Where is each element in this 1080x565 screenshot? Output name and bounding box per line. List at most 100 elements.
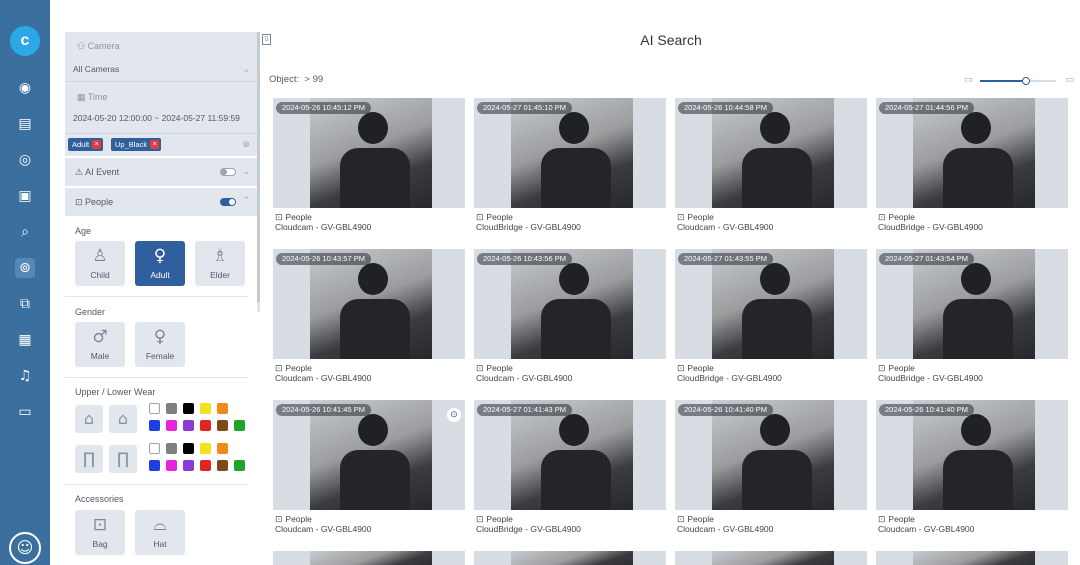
chevron-up-icon[interactable]: ⌃ xyxy=(242,195,250,206)
result-card[interactable]: 2024-05-26 10:43:56 PM ⊡ People Cloudcam -… xyxy=(474,249,666,389)
result-card[interactable]: 2024-05-27 01:44:56 PM ⊡ People CloudBridg… xyxy=(876,98,1068,238)
chevron-down-icon[interactable]: ⌄ xyxy=(242,166,250,177)
color-swatch[interactable] xyxy=(149,460,160,471)
color-swatch[interactable] xyxy=(166,420,177,431)
ai-event-row[interactable]: ⚠ AI Event ⌄ xyxy=(65,158,258,186)
thumbnail[interactable] xyxy=(675,551,867,565)
thumbnail-size-slider[interactable]: ▭ ▭ xyxy=(964,75,1074,85)
tag-adult[interactable]: Adult × xyxy=(68,138,104,151)
color-swatch[interactable] xyxy=(183,420,194,431)
scrollbar-thumb[interactable] xyxy=(257,32,260,302)
monitor-icon[interactable]: ▣ xyxy=(15,186,35,206)
user-avatar-icon[interactable]: ☺ xyxy=(9,532,41,564)
result-card[interactable]: 2024-05-26 10:45:12 PM ⊡ People Cloudcam -… xyxy=(273,98,465,238)
result-card[interactable] xyxy=(876,551,1068,565)
ai-search-icon[interactable]: ⊚ xyxy=(15,258,35,278)
thumbnail[interactable] xyxy=(474,551,666,565)
thumbnail[interactable]: 2024-05-26 10:41:40 PM xyxy=(675,400,867,510)
lower-wear-pants-icon[interactable]: ∏ xyxy=(109,445,137,473)
color-swatch[interactable] xyxy=(217,460,228,471)
result-card[interactable]: 2024-05-26 10:41:40 PM ⊡ People Cloudcam -… xyxy=(876,400,1068,540)
slider-track[interactable] xyxy=(980,77,1056,85)
color-swatch[interactable] xyxy=(183,460,194,471)
gender-female-option[interactable]: ♀ Female xyxy=(135,322,185,367)
playback-icon[interactable]: ◉ xyxy=(15,78,35,98)
result-card[interactable] xyxy=(273,551,465,565)
slider-knob[interactable] xyxy=(1021,77,1030,85)
tag-up-black[interactable]: Up_Black × xyxy=(111,138,162,151)
result-card[interactable]: 2024-05-27 01:43:55 PM ⊡ People CloudBridg… xyxy=(675,249,867,389)
thumbnail[interactable]: 2024-05-26 10:44:58 PM xyxy=(675,98,867,208)
color-swatch[interactable] xyxy=(166,443,177,454)
eye-icon[interactable]: ◎ xyxy=(15,150,35,170)
color-swatch[interactable] xyxy=(217,403,228,414)
thumbnail[interactable]: 2024-05-27 01:45:10 PM xyxy=(474,98,666,208)
export-icon[interactable]: ⧉ xyxy=(15,294,35,314)
color-swatch[interactable] xyxy=(234,460,245,471)
list-icon[interactable]: ▤ xyxy=(15,114,35,134)
result-card[interactable]: 2024-05-27 01:45:10 PM ⊡ People CloudBridg… xyxy=(474,98,666,238)
accessory-bag-option[interactable]: ⊡ Bag xyxy=(75,510,125,555)
result-card[interactable]: 2024-05-27 01:41:43 PM ⊡ People CloudBridg… xyxy=(474,400,666,540)
result-card[interactable]: 2024-05-26 10:41:45 PM ⊙ ⊡ People Cloudcam … xyxy=(273,400,465,540)
zoom-small-icon: ▭ xyxy=(964,75,973,85)
thumbnail[interactable]: 2024-05-27 01:44:56 PM xyxy=(876,98,1068,208)
color-swatch[interactable] xyxy=(149,403,160,414)
result-card[interactable]: 2024-05-27 01:43:54 PM ⊡ People CloudBridg… xyxy=(876,249,1068,389)
thumbnail[interactable] xyxy=(876,551,1068,565)
app-logo[interactable]: c xyxy=(10,26,40,56)
color-swatch[interactable] xyxy=(217,443,228,454)
color-swatch[interactable] xyxy=(183,443,194,454)
similar-search-icon[interactable]: ⊙ xyxy=(447,408,461,422)
age-elder-option[interactable]: ♗ Elder xyxy=(195,241,245,286)
lower-wear-shorts-icon[interactable]: ∏ xyxy=(75,445,103,473)
thumbnail[interactable]: 2024-05-26 10:43:57 PM xyxy=(273,249,465,359)
color-swatch[interactable] xyxy=(200,403,211,414)
color-swatch[interactable] xyxy=(149,420,160,431)
color-swatch[interactable] xyxy=(166,460,177,471)
clear-tags-icon[interactable]: ⊗ xyxy=(242,139,250,150)
thumbnail[interactable]: 2024-05-27 01:43:55 PM xyxy=(675,249,867,359)
filter-scrollbar[interactable] xyxy=(257,32,260,312)
search-icon[interactable]: ⌕ xyxy=(15,222,35,242)
nav-sidebar: c ◉ ▤ ◎ ▣ ⌕ ⊚ ⧉ ▦ ♫ ▭ ☺ xyxy=(0,0,50,565)
thumbnail[interactable]: 2024-05-26 10:41:40 PM xyxy=(876,400,1068,510)
thumbnail[interactable]: 2024-05-26 10:43:56 PM xyxy=(474,249,666,359)
color-swatch[interactable] xyxy=(149,443,160,454)
folder-icon[interactable]: ▭ xyxy=(15,402,35,422)
color-swatch[interactable] xyxy=(200,443,211,454)
close-icon[interactable]: × xyxy=(92,140,102,149)
archive-icon[interactable]: ▦ xyxy=(15,330,35,350)
upper-wear-jacket-icon[interactable]: ⌂ xyxy=(109,405,137,433)
color-swatch[interactable] xyxy=(166,403,177,414)
people-row[interactable]: ⊡ People ⌃ xyxy=(65,188,258,216)
color-swatch[interactable] xyxy=(217,420,228,431)
bell-icon[interactable]: ♫ xyxy=(15,366,35,386)
result-card[interactable] xyxy=(474,551,666,565)
thumbnail[interactable]: 2024-05-26 10:41:45 PM ⊙ xyxy=(273,400,465,510)
color-swatch[interactable] xyxy=(234,420,245,431)
color-swatch[interactable] xyxy=(183,403,194,414)
color-swatch[interactable] xyxy=(200,420,211,431)
color-swatch[interactable] xyxy=(200,460,211,471)
ai-event-toggle[interactable] xyxy=(220,168,236,176)
thumbnail[interactable]: 2024-05-27 01:41:43 PM xyxy=(474,400,666,510)
gender-male-option[interactable]: ♂ Male xyxy=(75,322,125,367)
child-icon: ♙ xyxy=(92,246,108,266)
result-card[interactable] xyxy=(675,551,867,565)
thumbnail[interactable] xyxy=(273,551,465,565)
result-card[interactable]: 2024-05-26 10:43:57 PM ⊡ People Cloudcam -… xyxy=(273,249,465,389)
upper-wear-shirt-icon[interactable]: ⌂ xyxy=(75,405,103,433)
person-figure xyxy=(961,112,991,144)
result-card[interactable]: 2024-05-26 10:41:40 PM ⊡ People Cloudcam -… xyxy=(675,400,867,540)
camera-filter[interactable]: ⚇ Camera All Cameras ⌄ xyxy=(65,32,258,82)
time-filter[interactable]: ▦ Time 2024-05-20 12:00:00 ~ 2024-05-27 … xyxy=(65,82,258,134)
result-card[interactable]: 2024-05-26 10:44:58 PM ⊡ People Cloudcam -… xyxy=(675,98,867,238)
thumbnail[interactable]: 2024-05-26 10:45:12 PM xyxy=(273,98,465,208)
age-adult-option[interactable]: ♀ Adult xyxy=(135,241,185,286)
close-icon[interactable]: × xyxy=(150,140,160,149)
accessory-hat-option[interactable]: ⌓ Hat xyxy=(135,510,185,555)
age-child-option[interactable]: ♙ Child xyxy=(75,241,125,286)
people-toggle[interactable] xyxy=(220,198,236,206)
thumbnail[interactable]: 2024-05-27 01:43:54 PM xyxy=(876,249,1068,359)
